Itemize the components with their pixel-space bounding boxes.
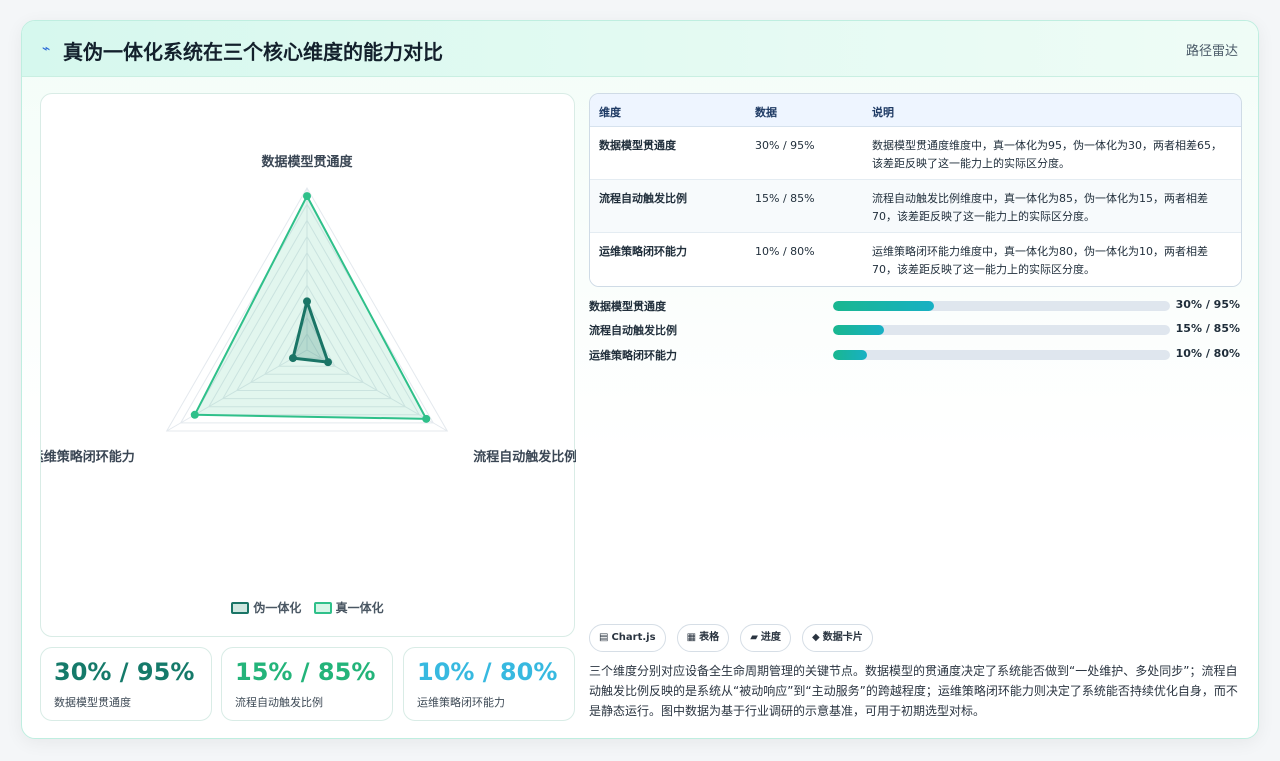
axis-label: 流程自动触发比例 (473, 449, 576, 465)
stat-card-data-model: 30% / 95% 数据模型贯通度 (40, 647, 212, 721)
diamond-icon: ◆ (812, 632, 820, 643)
data-point-fake (324, 358, 333, 367)
table-row: 流程自动触发比例 15% / 85% 流程自动触发比例维度中，真一体化为85，伪… (590, 180, 1241, 233)
tag-table[interactable]: ▦ 表格 (676, 624, 730, 652)
legend-swatch-fake (231, 602, 250, 614)
radar-chart: 数据模型贯通度流程自动触发比例 运维策略闭环能力 (41, 154, 576, 465)
tag-progress[interactable]: ▰ 进度 (740, 624, 791, 652)
progress-value: 30% / 95% (1175, 298, 1240, 311)
axis-label: 运维策略闭环能力 (41, 449, 135, 465)
progress-value: 15% / 85% (1175, 322, 1240, 335)
column-header-data: 数据 (755, 106, 777, 119)
table-header: 维度 数据 说明 (590, 94, 1241, 127)
axis-label: 数据模型贯通度 (261, 154, 353, 170)
cell-desc: 流程自动触发比例维度中，真一体化为85，伪一体化为15，两者相差70，该差距反映… (872, 192, 1208, 223)
progress-row-process-trigger: 流程自动触发比例 15% / 85% (589, 321, 1244, 339)
data-point-fake (288, 354, 297, 363)
legend-label-fake: 伪一体化 (253, 601, 302, 615)
data-table: 维度 数据 说明 数据模型贯通度 30% / 95% 数据模型贯通度维度中，真一… (589, 93, 1242, 287)
cell-desc: 运维策略闭环能力维度中，真一体化为80，伪一体化为10，两者相差70，该差距反映… (872, 245, 1208, 276)
progress-icon: ▰ (750, 632, 758, 643)
card-header: ⌁ 真伪一体化系统在三个核心维度的能力对比 路径雷达 (22, 21, 1258, 77)
data-point-true (190, 410, 199, 419)
data-point-fake (303, 297, 311, 306)
table-row: 运维策略闭环能力 10% / 80% 运维策略闭环能力维度中，真一体化为80，伪… (590, 233, 1241, 286)
cell-dimension: 流程自动触发比例 (599, 192, 687, 205)
progress-row-ops-loop: 运维策略闭环能力 10% / 80% (589, 346, 1244, 364)
tag-label: 进度 (760, 632, 781, 643)
progress-label: 运维策略闭环能力 (589, 349, 677, 362)
progress-label: 流程自动触发比例 (589, 324, 677, 337)
progress-track (833, 325, 1170, 335)
progress-fill (833, 301, 935, 311)
cell-desc: 数据模型贯通度维度中，真一体化为95，伪一体化为30，两者相差65，该差距反映了… (872, 139, 1222, 170)
progress-label: 数据模型贯通度 (589, 300, 666, 313)
tech-tags: ▤ Chart.js ▦ 表格 ▰ 进度 ◆ 数据卡片 (589, 624, 879, 652)
data-point-true (303, 192, 311, 201)
tag-data-card[interactable]: ◆ 数据卡片 (802, 624, 873, 652)
tag-label: Chart.js (611, 632, 656, 643)
stat-label: 运维策略闭环能力 (417, 696, 505, 709)
progress-track (833, 301, 1170, 311)
comparison-card: ⌁ 真伪一体化系统在三个核心维度的能力对比 路径雷达 数据模型贯通度 流程自动触发… (21, 20, 1259, 739)
header-tag: 路径雷达 (1185, 44, 1238, 59)
progress-track (833, 350, 1170, 360)
cell-data: 10% / 80% (755, 245, 815, 258)
grid-icon: ▦ (686, 632, 697, 643)
legend-item-fake[interactable]: 伪一体化 (231, 599, 301, 616)
stat-label: 流程自动触发比例 (235, 696, 323, 709)
tag-chartjs[interactable]: ▤ Chart.js (589, 624, 666, 652)
cell-dimension: 运维策略闭环能力 (599, 245, 687, 258)
stat-value: 15% / 85% (235, 658, 376, 686)
progress-fill (833, 325, 884, 335)
pulse-icon: ⌁ (42, 41, 51, 57)
legend-item-true[interactable]: 真一体化 (313, 599, 384, 616)
tag-label: 表格 (699, 632, 720, 643)
data-point-true (422, 414, 431, 423)
column-header-desc: 说明 (872, 106, 894, 119)
cell-data: 30% / 95% (755, 139, 815, 152)
table-row: 数据模型贯通度 30% / 95% 数据模型贯通度维度中，真一体化为95，伪一体… (590, 127, 1241, 180)
stat-value: 10% / 80% (417, 658, 558, 686)
progress-value: 10% / 80% (1175, 347, 1240, 360)
stat-card-ops-loop: 10% / 80% 运维策略闭环能力 (403, 647, 575, 721)
column-header-dimension: 维度 (599, 106, 621, 119)
progress-fill (833, 350, 867, 360)
page-title: 真伪一体化系统在三个核心维度的能力对比 (63, 40, 443, 64)
progress-row-data-model: 数据模型贯通度 30% / 95% (589, 297, 1244, 315)
stat-label: 数据模型贯通度 (54, 696, 131, 709)
radar-chart-panel: 数据模型贯通度流程自动触发比例 运维策略闭环能力 伪一体化 真一体化 (40, 93, 576, 637)
chart-legend: 伪一体化 真一体化 (41, 599, 574, 616)
tag-label: 数据卡片 (822, 632, 863, 643)
stat-card-process-trigger: 15% / 85% 流程自动触发比例 (221, 647, 393, 721)
table-icon: ▤ (599, 632, 609, 643)
cell-dimension: 数据模型贯通度 (599, 139, 676, 152)
cell-data: 15% / 85% (755, 192, 815, 205)
legend-label-true: 真一体化 (335, 601, 384, 615)
legend-swatch-true (313, 602, 332, 614)
description-text: 三个维度分别对应设备全生命周期管理的关键节点。数据模型的贯通度决定了系统能否做到… (589, 664, 1238, 718)
stat-value: 30% / 95% (54, 658, 195, 686)
